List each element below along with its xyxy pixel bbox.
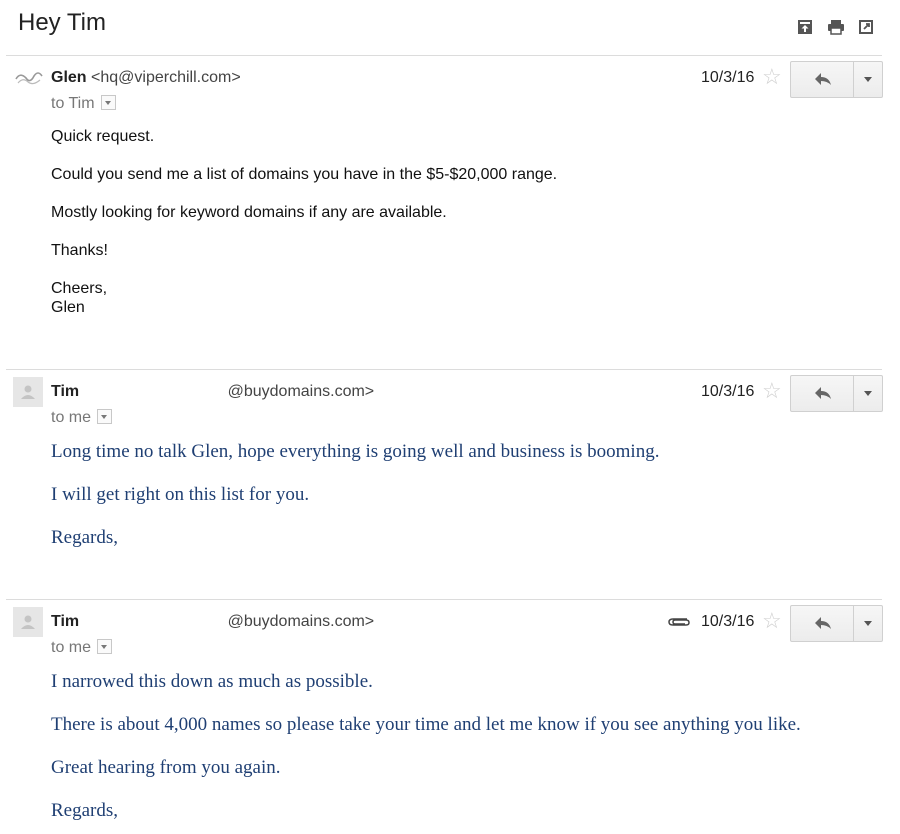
avatar [13, 607, 43, 637]
divider [6, 599, 882, 600]
star-icon[interactable]: ☆ [762, 608, 782, 634]
star-icon[interactable]: ☆ [762, 64, 782, 90]
recipient-line: to Tim [51, 95, 116, 113]
message-body-line: Long time no talk Glen, hope everything … [51, 441, 660, 462]
more-options-caret[interactable] [864, 391, 872, 396]
show-details-dropdown[interactable] [97, 639, 113, 655]
divider [6, 369, 882, 370]
recipient-label: to me [51, 409, 92, 426]
recipient-line: to me [51, 409, 113, 427]
message-body-line: I will get right on this list for you. [51, 484, 310, 505]
recipient-line: to me [51, 639, 113, 657]
sender-name: Glen [51, 69, 87, 86]
sender-email: @buydomains.com> [227, 383, 375, 400]
message-sender: Glen <hq@viperchill.com> [51, 69, 241, 87]
thread-subject: Hey Tim [18, 9, 107, 36]
message-body-line: Regards, [51, 527, 119, 548]
reply-button-group [790, 61, 883, 98]
message-date: 10/3/16 [701, 613, 755, 630]
message-body-line: Glen [51, 299, 85, 316]
message-body-line: Mostly looking for keyword domains if an… [51, 204, 447, 221]
reply-icon[interactable] [813, 385, 833, 401]
person-icon [21, 615, 35, 629]
sender-name: Tim [51, 383, 80, 400]
message-sender: Tim @buydomains.com> [51, 383, 374, 401]
message-date: 10/3/16 [701, 69, 755, 86]
message-body-line: Cheers, [51, 280, 108, 297]
reply-icon[interactable] [813, 71, 833, 87]
avatar [13, 377, 43, 407]
more-options-caret[interactable] [864, 621, 872, 626]
message-body-line: Great hearing from you again. [51, 757, 281, 778]
person-icon [21, 385, 35, 399]
sender-logo [14, 70, 44, 88]
message-sender: Tim @buydomains.com> [51, 613, 374, 631]
message-body-line: I narrowed this down as much as possible… [51, 671, 373, 692]
recipient-label: to me [51, 639, 92, 656]
show-details-dropdown[interactable] [100, 95, 116, 111]
message-body-line: There is about 4,000 names so please tak… [51, 714, 801, 735]
recipient-label: to Tim [51, 95, 95, 112]
sender-name: Tim [51, 613, 80, 630]
more-options-caret[interactable] [864, 77, 872, 82]
message-body-line: Thanks! [51, 242, 108, 259]
redacted-region [84, 614, 228, 630]
message-body-line: Regards, [51, 800, 119, 821]
sender-email: @buydomains.com> [227, 613, 375, 630]
message-date: 10/3/16 [701, 383, 755, 400]
open-new-window-icon[interactable] [858, 19, 874, 35]
redacted-region [84, 384, 228, 400]
message-body-line: Quick request. [51, 128, 155, 145]
reply-icon[interactable] [813, 615, 833, 631]
reply-button-group [790, 605, 883, 642]
sender-email: <hq@viperchill.com> [91, 69, 241, 86]
print-icon[interactable] [827, 19, 844, 35]
archive-icon[interactable] [797, 19, 813, 35]
reply-button-group [790, 375, 883, 412]
star-icon[interactable]: ☆ [762, 378, 782, 404]
divider [6, 55, 882, 56]
show-details-dropdown[interactable] [97, 409, 113, 425]
message-body-line: Could you send me a list of domains you … [51, 166, 558, 183]
paperclip-icon [667, 615, 691, 634]
